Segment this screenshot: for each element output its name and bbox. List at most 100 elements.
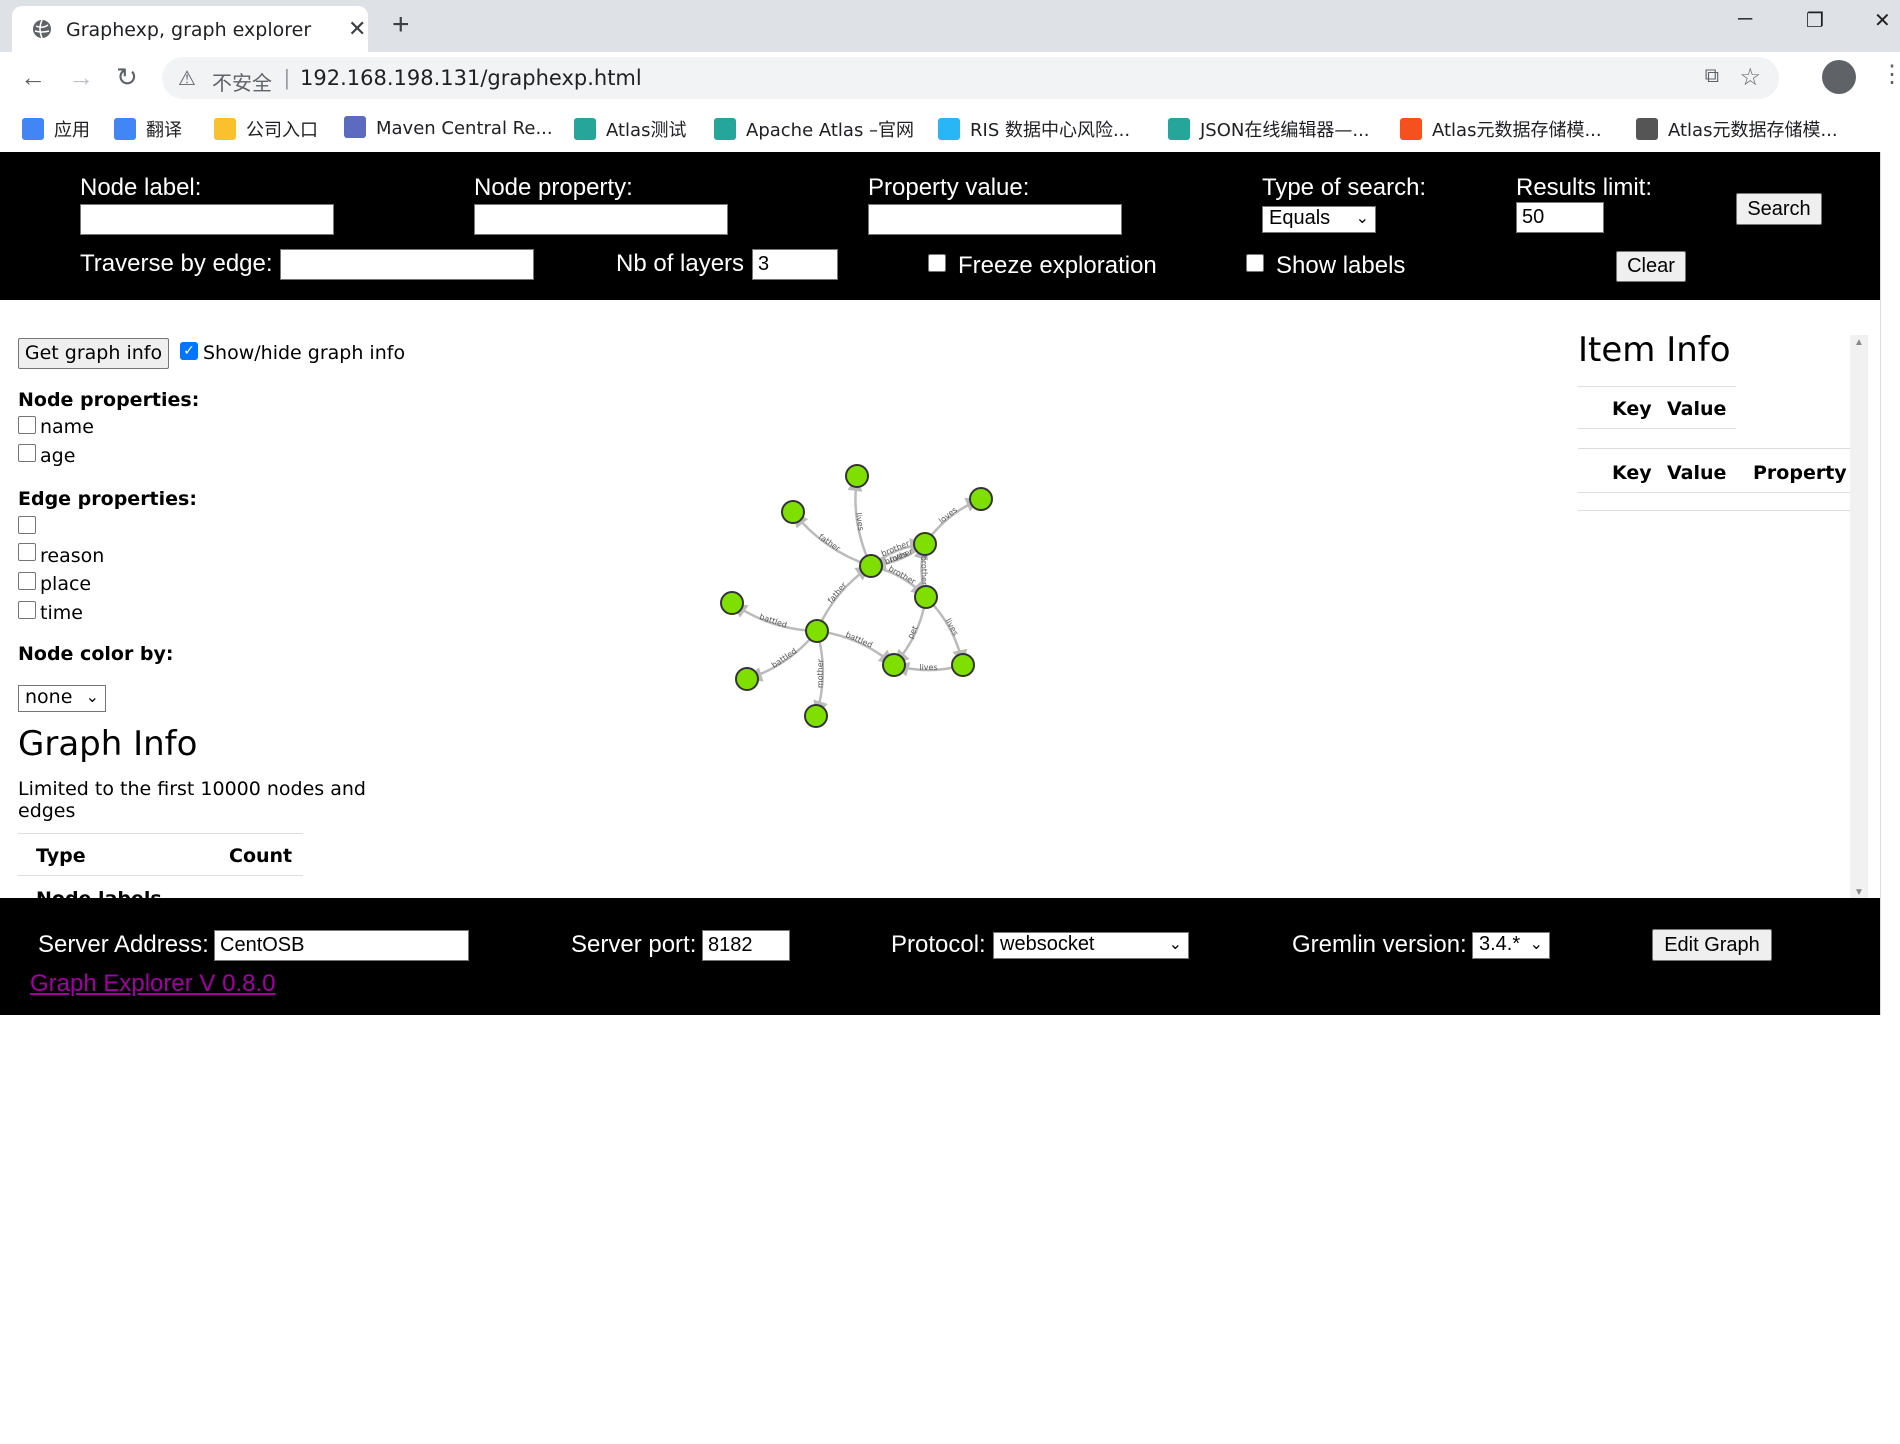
window-close-icon[interactable]: ✕ bbox=[1874, 8, 1891, 33]
graph-node[interactable] bbox=[913, 532, 937, 556]
edge-property-time-label: time bbox=[40, 602, 83, 624]
bookmark-icon bbox=[114, 118, 136, 140]
bookmark-label: Atlas元数据存储模... bbox=[1432, 120, 1602, 141]
node-property-name-checkbox[interactable] bbox=[18, 416, 36, 434]
property-value-input[interactable] bbox=[868, 204, 1122, 235]
results-limit-input[interactable] bbox=[1516, 202, 1604, 233]
edge-property-reason-checkbox[interactable] bbox=[18, 543, 36, 561]
graph-node[interactable] bbox=[804, 704, 828, 728]
graph-edge-label: lives bbox=[919, 663, 937, 672]
bookmark-icon bbox=[938, 118, 960, 140]
translate-icon[interactable]: ⧉ bbox=[1705, 65, 1719, 88]
nb-of-layers-input[interactable] bbox=[752, 249, 838, 280]
bookmark-star-icon[interactable]: ☆ bbox=[1739, 63, 1761, 92]
property-value-label: Property value: bbox=[868, 174, 1030, 201]
graph-info-table-top-border bbox=[18, 833, 303, 834]
nb-of-layers-label: Nb of layers bbox=[616, 250, 745, 277]
graph-node[interactable] bbox=[859, 554, 883, 578]
bookmark-item[interactable]: Atlas测试 bbox=[574, 116, 686, 142]
graph-node[interactable] bbox=[882, 653, 906, 677]
bookmark-item[interactable]: Apache Atlas –官网 bbox=[714, 116, 914, 142]
bookmark-item[interactable]: 应用 bbox=[22, 116, 90, 142]
warning-icon[interactable]: ⚠ bbox=[178, 66, 196, 91]
node-color-by-title: Node color by: bbox=[18, 643, 174, 665]
browser-menu-icon[interactable]: ⋮ bbox=[1880, 60, 1900, 89]
graph-node[interactable] bbox=[781, 500, 805, 524]
results-limit-label: Results limit: bbox=[1516, 174, 1653, 201]
bookmark-icon bbox=[1168, 118, 1190, 140]
profile-avatar-icon[interactable] bbox=[1822, 60, 1856, 94]
bookmark-label: 翻译 bbox=[146, 120, 182, 141]
tab-title: Graphexp, graph explorer bbox=[66, 19, 312, 41]
bookmark-icon bbox=[1400, 118, 1422, 140]
graph-node[interactable] bbox=[735, 667, 759, 691]
edge-property-time-checkbox[interactable] bbox=[18, 601, 36, 619]
clear-button[interactable]: Clear bbox=[1616, 251, 1686, 282]
graph-node[interactable] bbox=[845, 464, 869, 488]
graph-canvas[interactable]: fatherlivesbrotherbrotherbrother brotherf… bbox=[700, 450, 1020, 750]
browser-tab[interactable]: Graphexp, graph explorer ✕ bbox=[12, 6, 368, 52]
edge-property-place-checkbox[interactable] bbox=[18, 572, 36, 590]
item-info-table2-bottom-border bbox=[1578, 510, 1850, 511]
edge-property-reason-label: reason bbox=[40, 545, 105, 567]
url-text[interactable]: 192.168.198.131/graphexp.html bbox=[300, 66, 642, 90]
node-label-input[interactable] bbox=[80, 204, 334, 235]
new-tab-button[interactable]: + bbox=[392, 8, 410, 42]
tab-close-icon[interactable]: ✕ bbox=[348, 16, 366, 42]
server-port-input[interactable] bbox=[702, 930, 790, 961]
server-port-label: Server port: bbox=[571, 931, 697, 958]
graph-explorer-version-link[interactable]: Graph Explorer V 0.8.0 bbox=[30, 970, 275, 998]
edit-graph-button[interactable]: Edit Graph bbox=[1652, 929, 1772, 961]
node-property-age-checkbox[interactable] bbox=[18, 444, 36, 462]
bookmark-item[interactable]: Atlas元数据存储模... bbox=[1636, 116, 1838, 142]
gremlin-version-select[interactable]: 3.4.* ⌄ bbox=[1472, 932, 1550, 959]
item-info-value-header-2: Value bbox=[1667, 462, 1727, 484]
traverse-by-edge-input[interactable] bbox=[280, 249, 534, 280]
server-address-input[interactable] bbox=[214, 930, 469, 961]
show-labels-checkbox[interactable] bbox=[1246, 254, 1264, 272]
chevron-down-icon: ⌄ bbox=[85, 687, 99, 706]
item-info-scrollbar[interactable]: ▲ ▼ bbox=[1850, 335, 1868, 900]
bookmark-label: Atlas元数据存储模... bbox=[1668, 120, 1838, 141]
restore-icon[interactable]: ❐ bbox=[1806, 8, 1824, 33]
edge-property-empty-checkbox[interactable] bbox=[18, 516, 36, 534]
graph-edge-label: lives bbox=[943, 617, 960, 637]
chevron-down-icon: ⌄ bbox=[1355, 210, 1369, 227]
chevron-down-icon: ⌄ bbox=[1529, 936, 1543, 953]
bookmark-item[interactable]: 公司入口 bbox=[214, 116, 318, 142]
show-hide-graph-info-checkbox[interactable]: ✓ bbox=[180, 342, 198, 360]
graph-node[interactable] bbox=[914, 585, 938, 609]
item-info-property-header: Property bbox=[1753, 462, 1847, 484]
freeze-exploration-checkbox[interactable] bbox=[928, 254, 946, 272]
reload-icon[interactable]: ↻ bbox=[116, 62, 138, 93]
address-bar[interactable]: ⚠ 不安全 | 192.168.198.131/graphexp.html ⧉ … bbox=[162, 57, 1779, 99]
type-of-search-select[interactable]: Equals ⌄ bbox=[1262, 206, 1376, 233]
get-graph-info-button[interactable]: Get graph info bbox=[18, 338, 169, 369]
graph-edge-label: father bbox=[826, 580, 849, 605]
bookmark-item[interactable]: Maven Central Re... bbox=[344, 116, 553, 139]
minimize-icon[interactable]: ─ bbox=[1738, 8, 1752, 31]
scroll-down-icon[interactable]: ▼ bbox=[1854, 887, 1864, 898]
node-color-by-select[interactable]: none ⌄ bbox=[18, 685, 106, 712]
item-info-key-header-2: Key bbox=[1612, 462, 1652, 484]
graph-node[interactable] bbox=[951, 653, 975, 677]
back-icon[interactable]: ← bbox=[20, 62, 46, 93]
item-info-table1-top-border bbox=[1578, 386, 1736, 387]
scroll-up-icon[interactable]: ▲ bbox=[1854, 337, 1864, 348]
graph-edge-label: brother bbox=[919, 556, 929, 586]
graph-node[interactable] bbox=[969, 487, 993, 511]
search-button[interactable]: Search bbox=[1736, 193, 1822, 225]
page-scrollbar-track[interactable] bbox=[1887, 154, 1895, 1444]
page-scrollbar[interactable] bbox=[1880, 152, 1900, 1015]
node-property-input[interactable] bbox=[474, 204, 728, 235]
graph-info-node-labels-row: Node labels bbox=[36, 888, 162, 898]
forward-icon[interactable]: → bbox=[68, 62, 94, 93]
bookmark-item[interactable]: JSON在线编辑器—... bbox=[1168, 116, 1370, 142]
bookmark-item[interactable]: RIS 数据中心风险... bbox=[938, 116, 1130, 142]
protocol-select[interactable]: websocket ⌄ bbox=[993, 932, 1189, 959]
bookmark-item[interactable]: Atlas元数据存储模... bbox=[1400, 116, 1602, 142]
graph-edge[interactable] bbox=[815, 564, 872, 632]
graph-node[interactable] bbox=[805, 619, 829, 643]
graph-node[interactable] bbox=[720, 591, 744, 615]
bookmark-item[interactable]: 翻译 bbox=[114, 116, 182, 142]
